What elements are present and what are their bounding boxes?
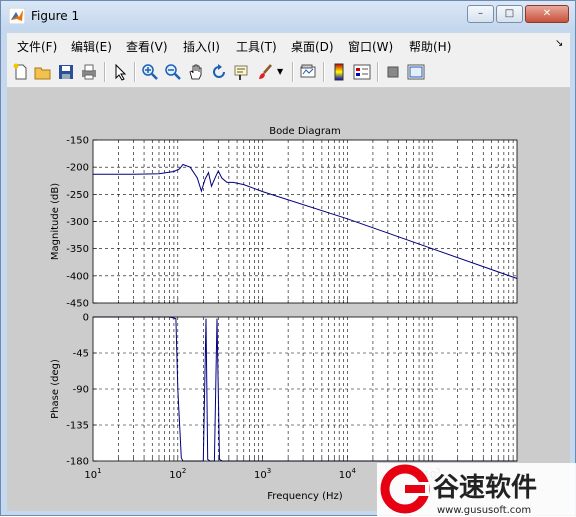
minimize-button[interactable]: – [467,5,494,23]
menu-file[interactable]: 文件(F) [17,38,57,55]
brush-dropdown-icon[interactable]: ▼ [277,63,285,81]
dock-arrow-icon[interactable]: ↘ [555,38,563,49]
y-tick-label: -135 [66,421,89,432]
zoom-out-icon[interactable] [164,63,182,81]
new-figure-icon[interactable] [12,63,30,81]
x-tick-label: 104 [339,467,357,481]
figure-window: Figure 1 – □ ✕ 文件(F) 编辑(E) 查看(V) 插入(I) 工… [0,0,576,517]
data-cursor-icon[interactable] [233,63,251,81]
window-title: Figure 1 [31,9,80,23]
menu-desktop[interactable]: 桌面(D) [291,38,334,55]
menu-view[interactable]: 查看(V) [126,38,168,55]
menu-window[interactable]: 窗口(W) [348,38,393,55]
figure-canvas[interactable]: -150 -200 -250 -300 -350 -400 -450 Magnitude (d… [7,88,570,511]
hide-plot-tools-icon[interactable] [384,63,402,81]
maximize-button[interactable]: □ [496,5,523,23]
toolbar-separator [104,62,106,82]
y-tick-label: -350 [66,244,89,255]
save-icon[interactable] [57,63,75,81]
menu-tools[interactable]: 工具(T) [236,38,277,55]
watermark-url: www.gususoft.com [437,505,531,516]
toolbar-separator [377,62,379,82]
rotate-3d-icon[interactable] [210,63,228,81]
gususoft-watermark-logo: 谷速软件 www.gususoft.com [377,463,576,517]
y-tick-label: -90 [73,385,89,396]
zoom-in-icon[interactable] [141,63,159,81]
close-button[interactable]: ✕ [525,5,569,23]
watermark-brand: 谷速软件 [433,473,537,503]
x-tick-label: 101 [84,467,101,481]
print-icon[interactable] [80,63,98,81]
y-tick-label: 0 [83,313,89,324]
toolbar-separator [134,62,136,82]
toolbar-separator [292,62,294,82]
open-file-icon[interactable] [34,63,52,81]
y-tick-label: -180 [66,457,89,468]
x-tick-label: 102 [169,467,186,481]
link-plot-icon[interactable] [299,63,317,81]
chart-title: Bode Diagram [269,126,341,137]
matlab-logo-icon [9,8,25,24]
y-tick-label: -250 [66,190,89,201]
y-axis-label: Phase (deg) [50,359,61,419]
figure-toolbar: ▼ [7,57,570,88]
menu-edit[interactable]: 编辑(E) [71,38,112,55]
y-tick-label: -200 [66,163,89,174]
pan-hand-icon[interactable] [187,63,205,81]
edit-plot-arrow-icon[interactable] [111,63,129,81]
y-tick-label: -450 [66,299,89,310]
menu-help[interactable]: 帮助(H) [409,38,451,55]
show-plot-tools-icon[interactable] [407,63,425,81]
legend-icon[interactable] [353,63,371,81]
x-tick-label: 103 [254,467,271,481]
menu-insert[interactable]: 插入(I) [183,38,220,55]
menu-bar: 文件(F) 编辑(E) 查看(V) 插入(I) 工具(T) 桌面(D) 窗口(W… [7,33,570,57]
y-axis-label: Magnitude (dB) [50,183,61,260]
toolbar-separator [323,62,325,82]
brush-icon[interactable] [256,63,274,81]
bode-plot-svg[interactable]: -150-200-250-300-350-400-450Magnitude (d… [7,88,570,511]
y-tick-label: -150 [66,136,89,147]
y-tick-label: -45 [73,349,89,360]
y-tick-label: -400 [66,271,89,282]
y-tick-label: -300 [66,217,89,228]
title-bar[interactable]: Figure 1 – □ ✕ [1,1,575,31]
axes-magnitude: -150 -200 -250 -300 -350 -400 -450 Magnitude (d… [50,126,518,310]
x-axis-label: Frequency (Hz) [267,491,343,502]
colorbar-icon[interactable] [330,63,348,81]
